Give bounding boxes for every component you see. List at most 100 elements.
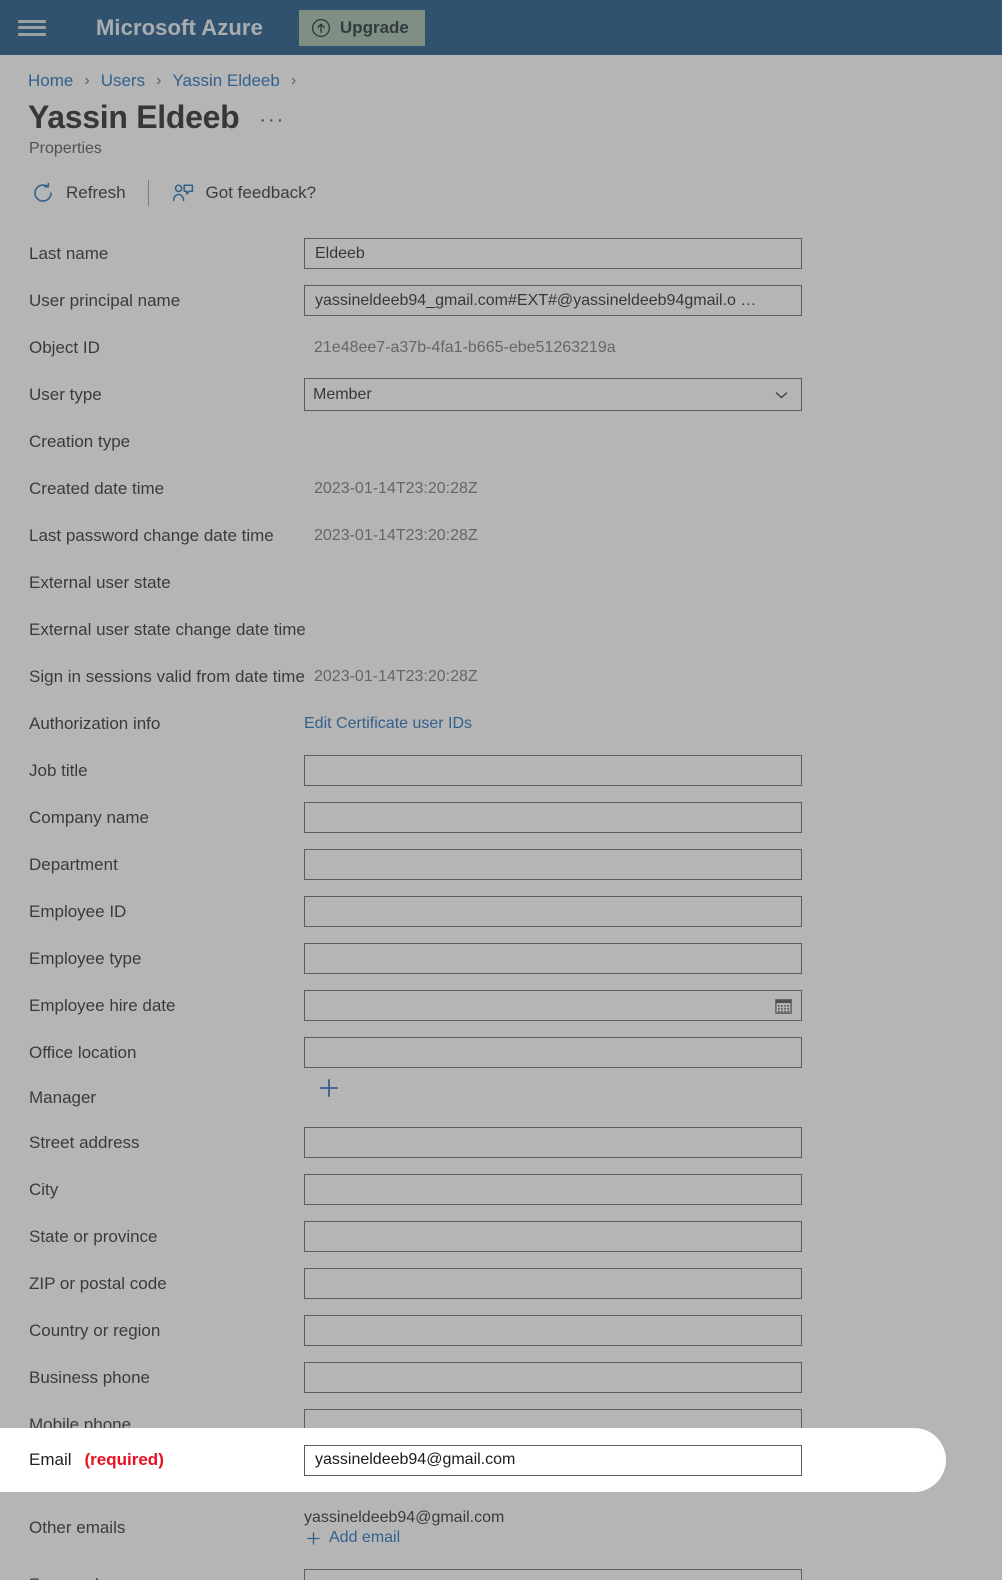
form-row: Creation type [0, 418, 1002, 465]
field-control-employee-hire-date [304, 990, 802, 1021]
email-input[interactable] [304, 1444, 802, 1476]
field-label-state-or-province: State or province [29, 1226, 158, 1246]
input-office-location[interactable] [304, 1037, 802, 1068]
field-control-zip-or-postal-code [304, 1268, 802, 1299]
input-street-address[interactable] [304, 1127, 802, 1158]
readonly-created-date-time: 2023-01-14T23:20:28Z [304, 473, 802, 504]
form-row: External user state change date time [0, 606, 1002, 653]
refresh-button[interactable]: Refresh [31, 181, 126, 205]
field-control-creation-type [304, 426, 802, 457]
form-row: Authorization info Edit Certificate user … [0, 700, 1002, 747]
readonly-external-user-state-change-date-time [304, 614, 802, 645]
more-options-button[interactable]: ··· [259, 103, 285, 132]
calendar-icon[interactable] [774, 996, 793, 1015]
field-label-city: City [29, 1179, 59, 1199]
field-label-external-user-state: External user state [29, 572, 171, 592]
email-row-highlight: Email (required) [0, 1428, 946, 1492]
upgrade-label: Upgrade [339, 17, 409, 37]
form-row: Street address [0, 1119, 1002, 1166]
readonly-creation-type [304, 426, 802, 457]
field-label-last-name: Last name [29, 243, 109, 263]
field-label-employee-id: Employee ID [29, 901, 127, 921]
field-label-sign-in-sessions-valid-from-date-time: Sign in sessions valid from date time [29, 666, 305, 686]
add-manager-button[interactable] [312, 1071, 346, 1110]
form-row: Business phone [0, 1354, 1002, 1401]
fax-number-input[interactable] [304, 1569, 802, 1580]
email-label-group: Email (required) [0, 1450, 304, 1470]
form-row: City [0, 1166, 1002, 1213]
field-label-street-address: Street address [29, 1132, 140, 1152]
input-department[interactable] [304, 849, 802, 880]
portal-page: Microsoft Azure Upgrade Home › Users › Y… [0, 0, 1002, 1580]
readonly-external-user-state [304, 567, 802, 598]
field-control-object-id: 21e48ee7-a37b-4fa1-b665-ebe51263219a [304, 332, 802, 363]
input-country-or-region[interactable] [304, 1315, 802, 1346]
form-row: Object ID 21e48ee7-a37b-4fa1-b665-ebe5126… [0, 324, 1002, 371]
form-row: Employee type [0, 935, 1002, 982]
link-edit-certificate-user-ids[interactable]: Edit Certificate user IDs [304, 715, 472, 732]
other-emails-control: yassineldeeb94@gmail.com Add email [304, 1509, 802, 1548]
add-email-button[interactable]: Add email [304, 1529, 802, 1548]
field-label-office-location: Office location [29, 1042, 137, 1062]
field-label-creation-type: Creation type [29, 431, 131, 451]
person-speech-bubble-icon [172, 184, 193, 202]
field-control-employee-type [304, 943, 802, 974]
field-label-employee-hire-date: Employee hire date [29, 995, 176, 1015]
input-user-principal-name[interactable] [304, 285, 802, 316]
input-state-or-province[interactable] [304, 1221, 802, 1252]
input-employee-hire-date[interactable] [304, 990, 802, 1021]
refresh-label: Refresh [66, 183, 126, 202]
field-label-last-password-change-date-time: Last password change date time [29, 525, 274, 545]
field-control-external-user-state-change-date-time [304, 614, 802, 645]
field-control-authorization-info: Edit Certificate user IDs [304, 715, 802, 733]
got-feedback-button[interactable]: Got feedback? [171, 181, 317, 205]
upgrade-button[interactable]: Upgrade [298, 9, 425, 46]
field-control-last-password-change-date-time: 2023-01-14T23:20:28Z [304, 520, 802, 551]
field-label-department: Department [29, 854, 118, 874]
input-city[interactable] [304, 1174, 802, 1205]
title-row: Yassin Eldeeb ··· [0, 91, 1002, 136]
email-required-tag: (required) [84, 1450, 164, 1469]
content-area: Home › Users › Yassin Eldeeb › Yassin El… [0, 55, 1002, 1580]
plus-icon [319, 1078, 339, 1098]
input-employee-type[interactable] [304, 943, 802, 974]
field-label-company-name: Company name [29, 807, 150, 827]
other-emails-value: yassineldeeb94@gmail.com [304, 1508, 505, 1526]
field-control-country-or-region [304, 1315, 802, 1346]
input-job-title[interactable] [304, 755, 802, 786]
field-control-external-user-state [304, 567, 802, 598]
field-label-object-id: Object ID [29, 337, 100, 357]
breadcrumb-item-home[interactable]: Home [28, 71, 73, 91]
field-control-office-location [304, 1037, 802, 1068]
input-zip-or-postal-code[interactable] [304, 1268, 802, 1299]
breadcrumb-separator: › [290, 72, 297, 89]
field-control-company-name [304, 802, 802, 833]
fax-number-row: Fax number [0, 1561, 1002, 1580]
form-row: Office location [0, 1029, 1002, 1076]
input-last-name[interactable] [304, 238, 802, 269]
toolbar-divider [147, 180, 149, 206]
breadcrumb: Home › Users › Yassin Eldeeb › [0, 55, 1002, 91]
field-label-employee-type: Employee type [29, 948, 142, 968]
field-label-country-or-region: Country or region [29, 1320, 161, 1340]
breadcrumb-separator: › [156, 72, 162, 89]
form-row: Employee ID [0, 888, 1002, 935]
breadcrumb-separator: › [84, 72, 90, 89]
field-control-job-title [304, 755, 802, 786]
email-control [304, 1444, 802, 1476]
select-user-type[interactable]: MemberGuest [304, 378, 802, 411]
readonly-sign-in-sessions-valid-from-date-time: 2023-01-14T23:20:28Z [304, 661, 802, 692]
field-control-city [304, 1174, 802, 1205]
top-navigation-bar: Microsoft Azure Upgrade [0, 0, 1002, 55]
feedback-label: Got feedback? [205, 183, 317, 202]
breadcrumb-item-user[interactable]: Yassin Eldeeb [172, 71, 279, 91]
form-row: ZIP or postal code [0, 1260, 1002, 1307]
field-label-zip-or-postal-code: ZIP or postal code [29, 1273, 167, 1293]
input-company-name[interactable] [304, 802, 802, 833]
form-row: User principal name [0, 277, 1002, 324]
page-subtitle: Properties [29, 140, 102, 157]
breadcrumb-item-users[interactable]: Users [101, 71, 145, 91]
input-business-phone[interactable] [304, 1362, 802, 1393]
input-employee-id[interactable] [304, 896, 802, 927]
hamburger-menu-icon[interactable] [18, 17, 46, 39]
